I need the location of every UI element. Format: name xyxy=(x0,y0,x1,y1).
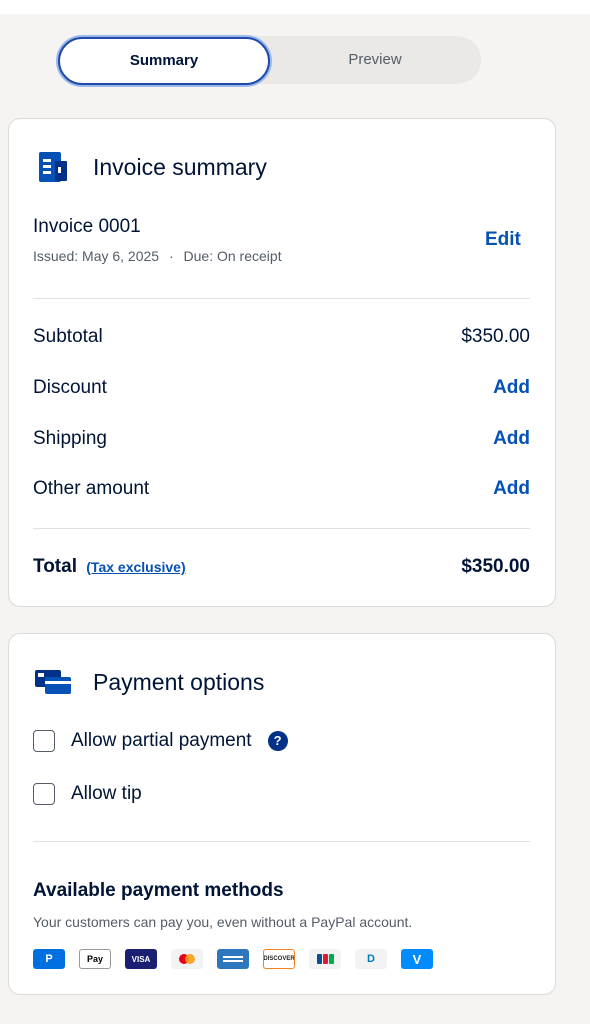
invoice-summary-card: Invoice summary Invoice 0001 Issued: May… xyxy=(8,118,556,607)
payment-cards-icon xyxy=(33,664,73,700)
add-shipping-link[interactable]: Add xyxy=(493,428,530,450)
other-amount-row: Other amount Add xyxy=(33,478,530,500)
allow-partial-payment-option: Allow partial payment ? xyxy=(33,730,288,752)
divider xyxy=(33,528,530,529)
subtotal-row: Subtotal $350.00 xyxy=(33,326,530,348)
invoice-summary-header: Invoice summary xyxy=(33,149,267,185)
edit-invoice-link[interactable]: Edit xyxy=(485,229,521,251)
invoice-due-date: Due: On receipt xyxy=(183,248,282,264)
meta-separator: · xyxy=(168,248,174,264)
invoice-name: Invoice 0001 xyxy=(33,216,141,237)
total-value: $350.00 xyxy=(461,556,530,577)
tax-exclusive-link[interactable]: (Tax exclusive) xyxy=(86,559,185,575)
invoice-issued-date: Issued: May 6, 2025 xyxy=(33,248,160,264)
add-discount-link[interactable]: Add xyxy=(493,377,530,399)
available-methods-subtitle: Your customers can pay you, even without… xyxy=(33,914,413,930)
view-tabs: Summary Preview xyxy=(57,36,481,85)
subtotal-value: $350.00 xyxy=(461,326,530,347)
venmo-icon: V xyxy=(401,949,433,969)
allow-partial-payment-checkbox[interactable] xyxy=(33,730,55,752)
total-label: Total xyxy=(33,556,77,577)
other-amount-label: Other amount xyxy=(33,478,150,499)
tab-summary[interactable]: Summary xyxy=(58,37,270,85)
payment-options-title: Payment options xyxy=(93,668,265,695)
allow-partial-payment-label: Allow partial payment xyxy=(71,730,252,751)
payment-options-header: Payment options xyxy=(33,664,264,700)
discover-icon: DISCOVER xyxy=(263,949,295,969)
top-band xyxy=(0,0,590,14)
help-icon[interactable]: ? xyxy=(267,731,288,751)
invoice-icon xyxy=(33,149,73,185)
payment-methods-list: P Pay VISA DISCOVER D V xyxy=(33,949,447,969)
paypal-icon: P xyxy=(33,949,65,969)
diners-icon: D xyxy=(355,949,387,969)
available-methods-title: Available payment methods xyxy=(33,880,284,901)
amex-icon xyxy=(217,949,249,969)
discount-label: Discount xyxy=(33,377,107,398)
discount-row: Discount Add xyxy=(33,377,530,399)
add-other-amount-link[interactable]: Add xyxy=(493,478,530,500)
total-row: Total (Tax exclusive) $350.00 xyxy=(33,556,530,578)
shipping-label: Shipping xyxy=(33,428,107,449)
allow-tip-checkbox[interactable] xyxy=(33,783,55,805)
jcb-icon xyxy=(309,949,341,969)
mastercard-icon xyxy=(171,949,203,969)
allow-tip-label: Allow tip xyxy=(71,783,142,804)
allow-tip-option: Allow tip xyxy=(33,783,142,805)
shipping-row: Shipping Add xyxy=(33,428,530,450)
subtotal-label: Subtotal xyxy=(33,326,103,347)
divider xyxy=(33,841,530,842)
divider xyxy=(33,298,530,299)
visa-icon: VISA xyxy=(125,949,157,969)
apple-pay-icon: Pay xyxy=(79,949,111,969)
invoice-summary-title: Invoice summary xyxy=(93,153,267,180)
payment-options-card: Payment options Allow partial payment ? … xyxy=(8,633,556,995)
invoice-meta: Issued: May 6, 2025 · Due: On receipt xyxy=(33,248,282,264)
tab-preview[interactable]: Preview xyxy=(269,36,481,84)
